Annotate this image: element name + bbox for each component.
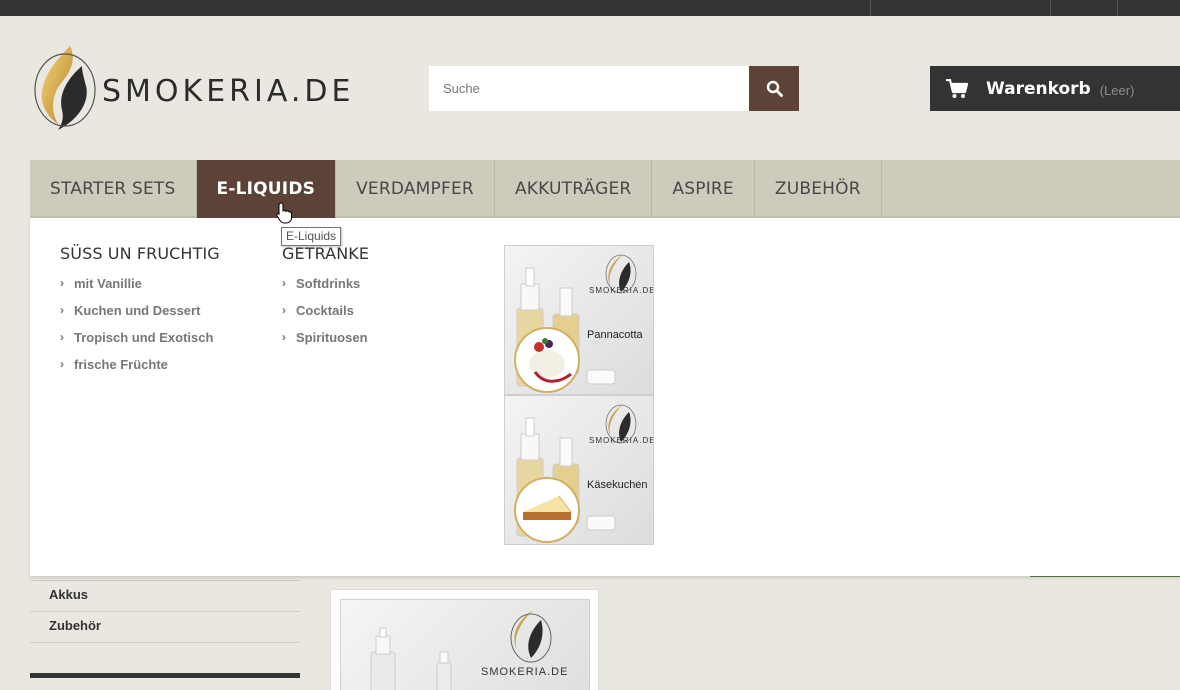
- cart-label: Warenkorb: [986, 78, 1091, 99]
- cart-button[interactable]: Warenkorb (Leer): [930, 66, 1180, 111]
- dropdown-link-spirituosen[interactable]: › Spirituosen: [282, 329, 369, 356]
- top-bar-divider: [1050, 0, 1051, 16]
- dropdown-link-tropisch-und-exotisch[interactable]: › Tropisch und Exotisch: [60, 329, 220, 356]
- top-bar-divider: [870, 0, 871, 16]
- banner-title: Käsekuchen: [587, 479, 648, 491]
- main-menu: STARTER SETS E-LIQUIDS VERDAMPFER AKKUTR…: [30, 160, 1180, 218]
- sidebar-item-zubehoer[interactable]: Zubehör: [30, 612, 300, 643]
- sidebar-block-header: [30, 673, 300, 678]
- column-title: SÜSS UN FRUCHTIG: [60, 244, 220, 263]
- top-bar-divider: [1117, 0, 1118, 16]
- link-label: Cocktails: [296, 303, 354, 318]
- menu-item-zubehoer[interactable]: ZUBEHÖR: [755, 160, 882, 218]
- link-label: Tropisch und Exotisch: [74, 330, 214, 345]
- logo-text: SMOKERIA.DE: [102, 73, 355, 109]
- menu-item-starter-sets[interactable]: STARTER SETS: [30, 160, 197, 218]
- site-logo[interactable]: SMOKERIA.DE: [32, 44, 392, 130]
- link-label: mit Vanillie: [74, 276, 142, 291]
- accent-line: [1030, 576, 1180, 577]
- dropdown-link-mit-vanillie[interactable]: › mit Vanillie: [60, 275, 220, 302]
- link-label: frische Früchte: [74, 357, 168, 372]
- banner-kaesekuchen[interactable]: SMOKERIA.DE Käsekuchen: [504, 395, 654, 545]
- product-brand: SMOKERIA.DE: [481, 666, 569, 678]
- chevron-right-icon: ›: [60, 303, 64, 317]
- link-label: Spirituosen: [296, 330, 368, 345]
- search-button[interactable]: [749, 66, 799, 111]
- link-label: Softdrinks: [296, 276, 361, 291]
- cart-status: (Leer): [1099, 82, 1135, 98]
- search-input[interactable]: [429, 66, 749, 111]
- chevron-right-icon: ›: [282, 303, 286, 317]
- banner-pannacotta[interactable]: SMOKERIA.DE Pannacotta: [504, 245, 654, 395]
- banner-brand: SMOKERIA.DE: [589, 286, 654, 295]
- chevron-right-icon: ›: [60, 276, 64, 290]
- link-label: Kuchen und Dessert: [74, 303, 201, 318]
- banner-brand: SMOKERIA.DE: [589, 436, 654, 445]
- cart-icon: [946, 78, 968, 98]
- menu-item-verdampfer[interactable]: VERDAMPFER: [336, 160, 495, 218]
- chevron-right-icon: ›: [282, 276, 286, 290]
- chevron-right-icon: ›: [60, 330, 64, 344]
- chevron-right-icon: ›: [60, 357, 64, 371]
- dropdown-link-cocktails[interactable]: › Cocktails: [282, 302, 369, 329]
- banner-title: Pannacotta: [587, 329, 643, 341]
- bottle-image-icon: [514, 404, 637, 543]
- dropdown-link-kuchen-und-dessert[interactable]: › Kuchen und Dessert: [60, 302, 220, 329]
- flame-logo-icon: [34, 46, 96, 130]
- menu-item-akkutraeger[interactable]: AKKUTRÄGER: [495, 160, 653, 218]
- e-liquids-dropdown: SÜSS UN FRUCHTIG › mit Vanillie › Kuchen u…: [30, 218, 1180, 576]
- menu-item-e-liquids[interactable]: E-LIQUIDS: [196, 160, 337, 218]
- hand-cursor-icon: [276, 202, 292, 224]
- column-title: GETRÄNKE: [282, 244, 370, 263]
- dropdown-link-softdrinks[interactable]: › Softdrinks: [282, 275, 369, 302]
- sidebar-item-akkus[interactable]: Akkus: [30, 581, 300, 612]
- search-bar: [429, 66, 799, 111]
- product-image[interactable]: SMOKERIA.DE: [340, 599, 590, 690]
- bottle-image-icon: [514, 254, 637, 393]
- menu-tooltip: E-Liquids: [281, 227, 342, 246]
- product-card[interactable]: SMOKERIA.DE: [330, 589, 599, 690]
- search-icon: [766, 80, 783, 97]
- top-bar: [0, 0, 1180, 16]
- chevron-right-icon: ›: [282, 330, 286, 344]
- dropdown-link-frische-fruechte[interactable]: › frische Früchte: [60, 356, 220, 383]
- dropdown-column-getraenke: GETRÄNKE › Softdrinks › Cocktails › Spiritu…: [282, 244, 369, 356]
- dropdown-column-suess: SÜSS UN FRUCHTIG › mit Vanillie › Kuchen u…: [60, 244, 220, 383]
- menu-item-aspire[interactable]: ASPIRE: [652, 160, 755, 218]
